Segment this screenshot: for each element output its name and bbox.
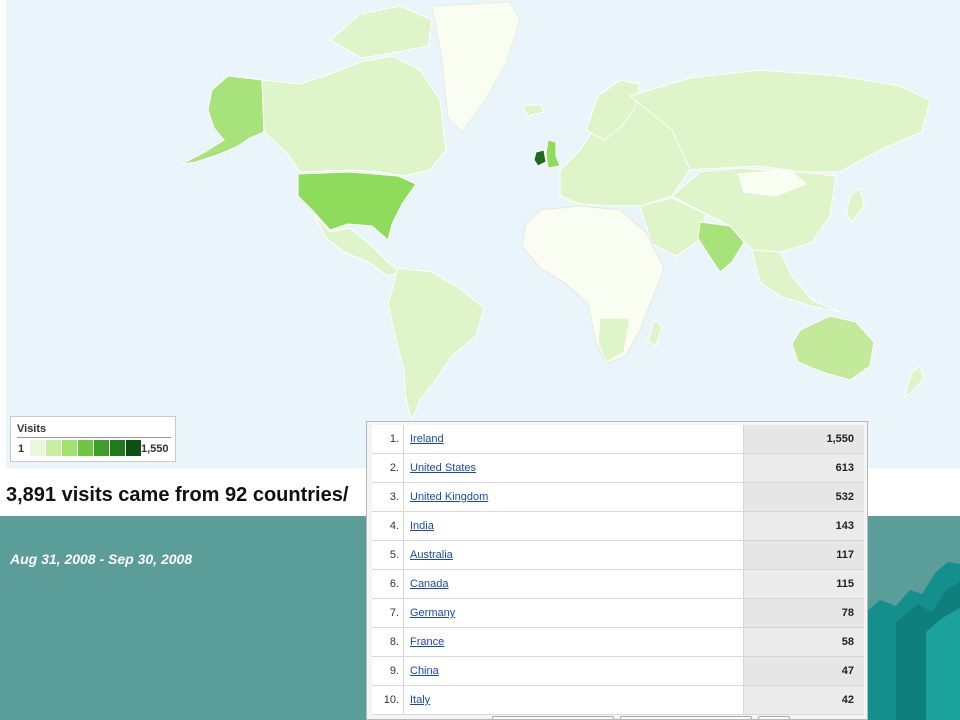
legend-min-value: 1 xyxy=(18,443,25,455)
legend-swatch-6 xyxy=(110,440,125,456)
country-link[interactable]: Australia xyxy=(404,541,744,569)
row-visits: 58 xyxy=(744,628,864,656)
row-rank: 4. xyxy=(372,512,404,540)
table-row: 2. United States 613 xyxy=(372,454,864,483)
legend-swatch-2 xyxy=(46,440,61,456)
table-row: 10. Italy 42 xyxy=(372,686,864,715)
row-visits: 532 xyxy=(744,483,864,511)
country-link[interactable]: Ireland xyxy=(404,425,744,453)
table-row: 8. France 58 xyxy=(372,628,864,657)
decorative-mountains xyxy=(866,516,960,720)
row-rank: 2. xyxy=(372,454,404,482)
table-row: 9. China 47 xyxy=(372,657,864,686)
legend-swatch-1 xyxy=(30,440,45,456)
country-link[interactable]: China xyxy=(404,657,744,685)
legend-swatch-3 xyxy=(62,440,77,456)
country-link[interactable]: India xyxy=(404,512,744,540)
legend-title: Visits xyxy=(17,423,47,435)
row-visits: 42 xyxy=(744,686,864,714)
country-link[interactable]: Germany xyxy=(404,599,744,627)
legend-swatch-7 xyxy=(126,440,141,456)
table-row: 4. India 143 xyxy=(372,512,864,541)
legend-divider xyxy=(17,437,171,438)
country-link[interactable]: Canada xyxy=(404,570,744,598)
country-link[interactable]: Italy xyxy=(404,686,744,714)
row-rank: 9. xyxy=(372,657,404,685)
row-rank: 10. xyxy=(372,686,404,714)
date-range-label: Aug 31, 2008 - Sep 30, 2008 xyxy=(10,551,193,567)
table-row: 3. United Kingdom 532 xyxy=(372,483,864,512)
row-rank: 7. xyxy=(372,599,404,627)
table-body: 1. Ireland 1,550 2. United States 613 3. United… xyxy=(372,425,864,715)
table-row: 1. Ireland 1,550 xyxy=(372,425,864,454)
legend-swatch-4 xyxy=(78,440,93,456)
country-link[interactable]: France xyxy=(404,628,744,656)
row-visits: 143 xyxy=(744,512,864,540)
table-row: 6. Canada 115 xyxy=(372,570,864,599)
row-visits: 115 xyxy=(744,570,864,598)
world-map[interactable]: Visits 1 1,550 xyxy=(0,0,960,468)
row-visits: 117 xyxy=(744,541,864,569)
world-map-canvas[interactable] xyxy=(0,0,960,468)
table-footer-controls xyxy=(372,716,864,719)
table-row: 7. Germany 78 xyxy=(372,599,864,628)
row-rank: 5. xyxy=(372,541,404,569)
row-visits: 1,550 xyxy=(744,425,864,453)
map-legend: Visits 1 1,550 xyxy=(10,416,176,462)
visits-summary-headline: 3,891 visits came from 92 countries/ xyxy=(6,484,349,506)
row-visits: 78 xyxy=(744,599,864,627)
legend-max-value: 1,550 xyxy=(141,443,169,455)
footer-control-1[interactable] xyxy=(492,716,614,719)
table-row: 5. Australia 117 xyxy=(372,541,864,570)
legend-color-scale xyxy=(30,440,142,456)
footer-control-3[interactable] xyxy=(758,716,790,719)
row-rank: 3. xyxy=(372,483,404,511)
row-rank: 6. xyxy=(372,570,404,598)
country-visits-table: 1. Ireland 1,550 2. United States 613 3. United… xyxy=(366,421,868,720)
row-visits: 613 xyxy=(744,454,864,482)
legend-swatch-5 xyxy=(94,440,109,456)
country-link[interactable]: United States xyxy=(404,454,744,482)
footer-control-2[interactable] xyxy=(620,716,752,719)
row-rank: 8. xyxy=(372,628,404,656)
country-link[interactable]: United Kingdom xyxy=(404,483,744,511)
row-visits: 47 xyxy=(744,657,864,685)
row-rank: 1. xyxy=(372,425,404,453)
